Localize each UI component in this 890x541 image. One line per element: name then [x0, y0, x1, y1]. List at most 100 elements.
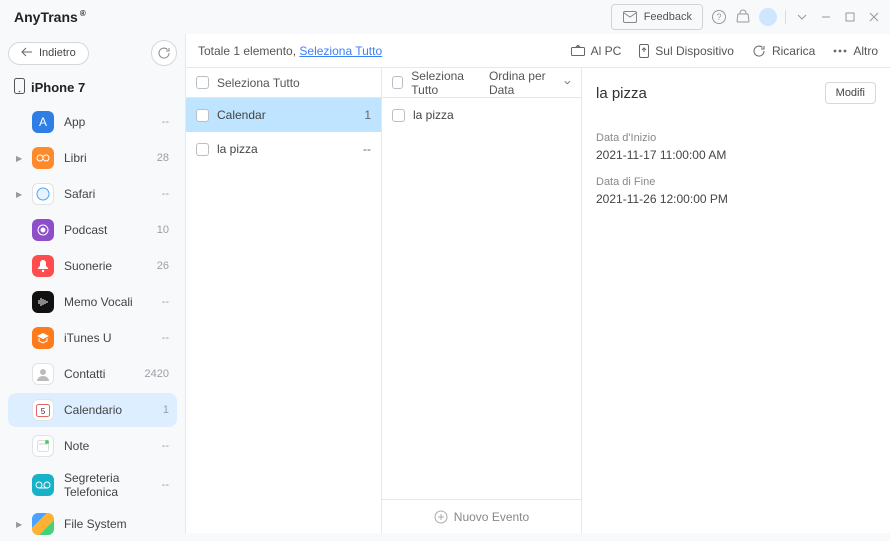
row-count: 1	[347, 108, 371, 122]
col1-header-label: Seleziona Tutto	[217, 76, 300, 90]
titlebar-right: Feedback ?	[611, 4, 882, 30]
sidebar-item-label: Suonerie	[64, 259, 147, 273]
sidebar-item-label: App	[64, 115, 152, 129]
sidebar-item-filesystem[interactable]: ▶ File System	[8, 507, 177, 541]
sidebar-item-count: --	[162, 188, 169, 200]
sidebar-item-label: Safari	[64, 187, 152, 201]
calendar-group-row[interactable]: Calendar 1	[186, 98, 381, 132]
row-checkbox[interactable]	[196, 109, 209, 122]
svg-text:?: ?	[716, 12, 721, 22]
col2-header-label: Seleziona Tutto	[411, 69, 481, 97]
books-icon	[32, 147, 54, 169]
back-label: Indietro	[39, 47, 76, 59]
svg-text:5: 5	[41, 407, 46, 416]
detail-column: la pizza Modifi Data d'Inizio 2021-11-17…	[582, 68, 890, 533]
detail-title: la pizza	[596, 85, 647, 102]
columns: Seleziona Tutto Calendar 1 la pizza --	[186, 68, 890, 533]
event-row[interactable]: la pizza	[382, 98, 581, 132]
modify-button[interactable]: Modifi	[825, 82, 876, 104]
person-icon	[32, 363, 54, 385]
select-all-checkbox[interactable]	[392, 76, 403, 89]
feedback-button[interactable]: Feedback	[611, 4, 703, 30]
on-device-button[interactable]: Sul Dispositivo	[639, 44, 734, 58]
waveform-icon	[32, 291, 54, 313]
app-icon: A	[32, 111, 54, 133]
col1-header: Seleziona Tutto	[186, 68, 381, 98]
device-label: iPhone 7	[31, 80, 85, 95]
sidebar-item-itunesu[interactable]: iTunes U --	[8, 321, 177, 355]
row-label: la pizza	[413, 108, 571, 122]
sidebar-item-contacts[interactable]: Contatti 2420	[8, 357, 177, 391]
start-date-value: 2021-11-17 11:00:00 AM	[596, 148, 876, 162]
start-date-label: Data d'Inizio	[596, 132, 876, 144]
avatar[interactable]	[759, 8, 777, 26]
sidebar-item-books[interactable]: ▶ Libri 28	[8, 141, 177, 175]
col1-body: Calendar 1 la pizza --	[186, 98, 381, 533]
end-date-label: Data di Fine	[596, 176, 876, 188]
minimize-icon[interactable]	[818, 9, 834, 25]
row-checkbox[interactable]	[196, 143, 209, 156]
bell-icon	[32, 255, 54, 277]
sidebar-item-ringtones[interactable]: Suonerie 26	[8, 249, 177, 283]
feedback-label: Feedback	[644, 11, 692, 23]
to-pc-label: Al PC	[591, 44, 622, 58]
maximize-icon[interactable]	[842, 9, 858, 25]
calendar-group-row[interactable]: la pizza --	[186, 132, 381, 166]
calendar-group-column: Seleziona Tutto Calendar 1 la pizza --	[186, 68, 382, 533]
graduation-icon	[32, 327, 54, 349]
sidebar-item-count: 10	[157, 224, 169, 236]
sidebar-item-count: --	[162, 332, 169, 344]
app-brand: AnyTrans®	[14, 9, 86, 25]
events-column: Seleziona Tutto Ordina per Data la pizza…	[382, 68, 582, 533]
sidebar-item-label: Segreteria Telefonica	[64, 471, 152, 499]
sidebar-item-podcast[interactable]: Podcast 10	[8, 213, 177, 247]
sidebar-item-voice-memos[interactable]: Memo Vocali --	[8, 285, 177, 319]
more-button[interactable]: Altro	[833, 44, 878, 58]
row-count: --	[347, 142, 371, 156]
device-name: iPhone 7	[8, 76, 177, 105]
sidebar-item-label: Libri	[64, 151, 147, 165]
col2-header: Seleziona Tutto Ordina per Data	[382, 68, 581, 98]
main: Indietro iPhone 7 A App -- ▶ Libri 28	[0, 34, 890, 533]
brand-name: AnyTrans	[14, 9, 78, 25]
shop-icon[interactable]	[735, 9, 751, 25]
sort-button[interactable]: Ordina per Data	[489, 69, 571, 97]
row-label: la pizza	[217, 142, 339, 156]
caret-icon: ▶	[16, 520, 22, 529]
mail-icon	[622, 9, 638, 25]
drive-icon	[32, 513, 54, 535]
sidebar-item-count: --	[162, 440, 169, 452]
sidebar-item-label: Podcast	[64, 223, 147, 237]
sidebar-item-count: 28	[157, 152, 169, 164]
voicemail-icon	[32, 474, 54, 496]
select-all-checkbox[interactable]	[196, 76, 209, 89]
sidebar-item-notes[interactable]: Note --	[8, 429, 177, 463]
help-icon[interactable]: ?	[711, 9, 727, 25]
sidebar-top-row: Indietro	[8, 40, 177, 66]
close-icon[interactable]	[866, 9, 882, 25]
new-event-button[interactable]: Nuovo Evento	[382, 499, 581, 533]
sort-label: Ordina per Data	[489, 69, 560, 97]
sidebar-item-app[interactable]: A App --	[8, 105, 177, 139]
arrow-left-icon	[21, 47, 33, 60]
sidebar-refresh-button[interactable]	[151, 40, 177, 66]
row-checkbox[interactable]	[392, 109, 405, 122]
to-pc-button[interactable]: Al PC	[571, 44, 622, 58]
sidebar-item-safari[interactable]: ▶ Safari --	[8, 177, 177, 211]
note-icon	[32, 435, 54, 457]
sidebar-item-count: --	[162, 479, 169, 491]
sidebar-item-calendar[interactable]: 5 Calendario 1	[8, 393, 177, 427]
caret-icon: ▶	[16, 190, 22, 199]
toolbar-actions: Al PC Sul Dispositivo Ricarica Altro	[571, 44, 878, 58]
sidebar-item-label: File System	[64, 517, 159, 531]
sidebar: Indietro iPhone 7 A App -- ▶ Libri 28	[0, 34, 185, 533]
refresh-button[interactable]: Ricarica	[752, 44, 815, 58]
select-all-link[interactable]: Seleziona Tutto	[299, 44, 382, 58]
calendar-icon: 5	[32, 399, 54, 421]
toolbar: Totale 1 elemento, Seleziona Tutto Al PC…	[186, 34, 890, 68]
sidebar-item-voicemail[interactable]: Segreteria Telefonica --	[8, 465, 177, 505]
sidebar-item-count: 26	[157, 260, 169, 272]
chevron-down-icon[interactable]	[794, 9, 810, 25]
sidebar-item-count: 2420	[145, 368, 169, 380]
back-button[interactable]: Indietro	[8, 42, 89, 65]
